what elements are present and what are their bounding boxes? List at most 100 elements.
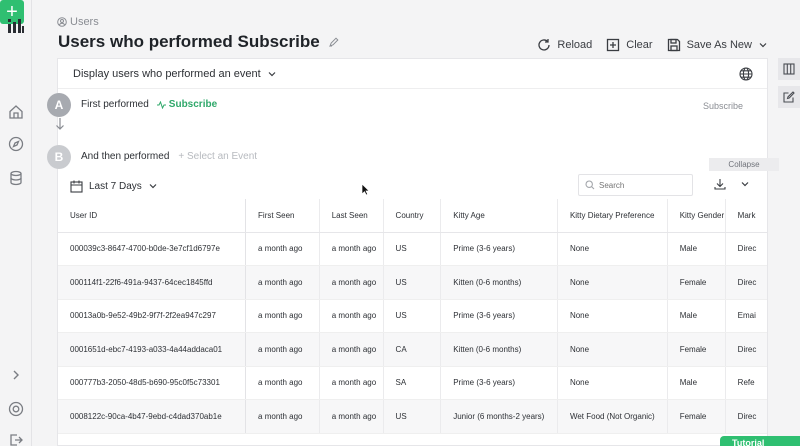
- country-cell: US: [383, 399, 442, 434]
- table-row[interactable]: 000777b3-2050-48d5-b690-95c0f5c73301 a m…: [58, 366, 767, 400]
- breadcrumb-label: Users: [70, 16, 99, 28]
- first-seen-cell: a month ago: [245, 299, 320, 333]
- user-id-cell[interactable]: 0008122c-90ca-4b47-9ebd-c4dad370ab1e: [58, 399, 247, 434]
- search-box[interactable]: [578, 174, 693, 196]
- expand-chevron-icon[interactable]: [4, 363, 28, 387]
- edit-pencil-icon[interactable]: [328, 36, 339, 48]
- main-content: Users Users who performed Subscribe Relo…: [40, 0, 779, 446]
- clear-label: Clear: [626, 39, 653, 51]
- user-id-cell[interactable]: 000114f1-22f6-491a-9437-64cec1845ffd: [58, 265, 247, 300]
- table-row[interactable]: 0008122c-90ca-4b47-9ebd-c4dad370ab1e a m…: [58, 399, 767, 434]
- last-seen-cell: a month ago: [319, 265, 384, 300]
- table-row[interactable]: 000114f1-22f6-491a-9437-64cec1845ffd a m…: [58, 265, 767, 300]
- select-event-button[interactable]: + Select an Event: [178, 151, 257, 162]
- kitty-age-cell: Junior (6 months-2 years): [440, 399, 558, 434]
- first-seen-cell: a month ago: [245, 332, 320, 367]
- users-icon: [57, 17, 67, 27]
- home-icon[interactable]: [4, 100, 28, 124]
- mark-cell: Emai: [725, 299, 767, 333]
- help-lifebuoy-icon[interactable]: [4, 397, 28, 421]
- table-row[interactable]: 0001651d-ebc7-4193-a033-4a44addaca01 a m…: [58, 332, 767, 367]
- gender-cell: Female: [667, 332, 726, 367]
- collapse-button[interactable]: Collapse: [709, 158, 779, 171]
- gender-cell: Male: [667, 366, 726, 400]
- column-header[interactable]: First Seen: [245, 199, 320, 233]
- column-header[interactable]: Country: [383, 199, 442, 233]
- column-header[interactable]: User ID: [58, 199, 247, 233]
- user-id-cell[interactable]: 00013a0b-9e52-49b2-9f7f-2f2ea947c297: [58, 299, 247, 333]
- last-seen-cell: a month ago: [319, 399, 384, 434]
- table-row[interactable]: 00013a0b-9e52-49b2-9f7f-2f2ea947c297 a m…: [58, 299, 767, 333]
- breadcrumb[interactable]: Users: [57, 16, 99, 28]
- database-icon[interactable]: [4, 166, 28, 190]
- table-row[interactable]: 000039c3-8647-4700-b0de-3e7cf1d6797e a m…: [58, 232, 767, 266]
- display-mode-label: Display users who performed an event: [73, 67, 261, 80]
- page-title: Users who performed Subscribe: [58, 32, 339, 52]
- country-cell: CA: [383, 332, 442, 367]
- column-header[interactable]: Kitty Gender: [667, 199, 726, 233]
- mark-cell: Direc: [725, 265, 767, 300]
- display-mode-selector[interactable]: Display users who performed an event: [58, 59, 767, 89]
- step-b-badge: B: [47, 145, 71, 169]
- user-id-cell[interactable]: 000777b3-2050-48d5-b690-95c0f5c73301: [58, 366, 247, 400]
- query-results-card: Display users who performed an event A F…: [47, 58, 779, 446]
- save-as-new-label: Save As New: [686, 39, 752, 51]
- kitty-age-cell: Kitten (0-6 months): [440, 265, 558, 300]
- diet-cell: Wet Food (Not Organic): [557, 399, 668, 434]
- first-seen-cell: a month ago: [245, 366, 320, 400]
- edit-note-icon[interactable]: [778, 86, 800, 108]
- clear-button[interactable]: Clear: [606, 38, 653, 52]
- diet-cell: None: [557, 232, 668, 266]
- app-logo-icon[interactable]: [4, 14, 28, 38]
- diet-cell: None: [557, 332, 668, 367]
- mark-cell: Direc: [725, 399, 767, 434]
- right-panel-rail: [776, 58, 800, 118]
- compass-icon[interactable]: [4, 132, 28, 156]
- download-icon[interactable]: [714, 178, 726, 190]
- reload-label: Reload: [557, 39, 593, 51]
- kitty-age-cell: Prime (3-6 years): [440, 232, 558, 266]
- table-header-row: User ID First Seen Last Seen Country Kit…: [58, 199, 767, 233]
- column-header[interactable]: Kitty Dietary Preference: [557, 199, 668, 233]
- kitty-age-cell: Prime (3-6 years): [440, 299, 558, 333]
- calendar-icon: [70, 180, 83, 193]
- user-id-cell[interactable]: 000039c3-8647-4700-b0de-3e7cf1d6797e: [58, 232, 247, 266]
- chevron-down-icon: [759, 43, 767, 48]
- mark-cell: Direc: [725, 332, 767, 367]
- chevron-down-icon[interactable]: [740, 179, 750, 189]
- step-a-label: First performed: [81, 99, 149, 110]
- step-a-badge: A: [47, 93, 71, 117]
- first-seen-cell: a month ago: [245, 265, 320, 300]
- column-header[interactable]: Last Seen: [319, 199, 384, 233]
- gender-cell: Female: [667, 399, 726, 434]
- country-cell: SA: [383, 366, 442, 400]
- search-icon: [585, 180, 595, 190]
- gender-cell: Female: [667, 265, 726, 300]
- reload-button[interactable]: Reload: [537, 38, 592, 52]
- globe-icon[interactable]: [739, 67, 753, 86]
- users-table: User ID First Seen Last Seen Country Kit…: [58, 199, 767, 446]
- gender-cell: Male: [667, 232, 726, 266]
- save-as-new-button[interactable]: Save As New: [667, 38, 768, 52]
- left-nav-rail: +: [0, 0, 32, 446]
- first-seen-cell: a month ago: [245, 399, 320, 434]
- search-input[interactable]: [599, 180, 689, 190]
- tutorial-button[interactable]: Tutorial: [720, 436, 800, 446]
- reload-icon: [538, 39, 551, 51]
- diet-cell: None: [557, 366, 668, 400]
- logout-icon[interactable]: [4, 428, 28, 446]
- step-a-event-link[interactable]: Subscribe: [156, 99, 217, 110]
- event-pulse-icon: [156, 100, 166, 109]
- columns-view-icon[interactable]: [778, 58, 800, 80]
- mark-cell: Refe: [725, 366, 767, 400]
- add-square-icon: [607, 38, 620, 52]
- last-seen-cell: a month ago: [319, 366, 384, 400]
- diet-cell: None: [557, 265, 668, 300]
- user-id-cell[interactable]: 0001651d-ebc7-4193-a033-4a44addaca01: [58, 332, 247, 367]
- step-a-summary: Subscribe: [702, 101, 743, 111]
- column-header[interactable]: Mark: [725, 199, 767, 233]
- step-b-row: And then performed + Select an Event: [81, 151, 257, 162]
- last-seen-cell: a month ago: [319, 299, 384, 333]
- download-control[interactable]: [714, 178, 750, 190]
- column-header[interactable]: Kitty Age: [440, 199, 558, 233]
